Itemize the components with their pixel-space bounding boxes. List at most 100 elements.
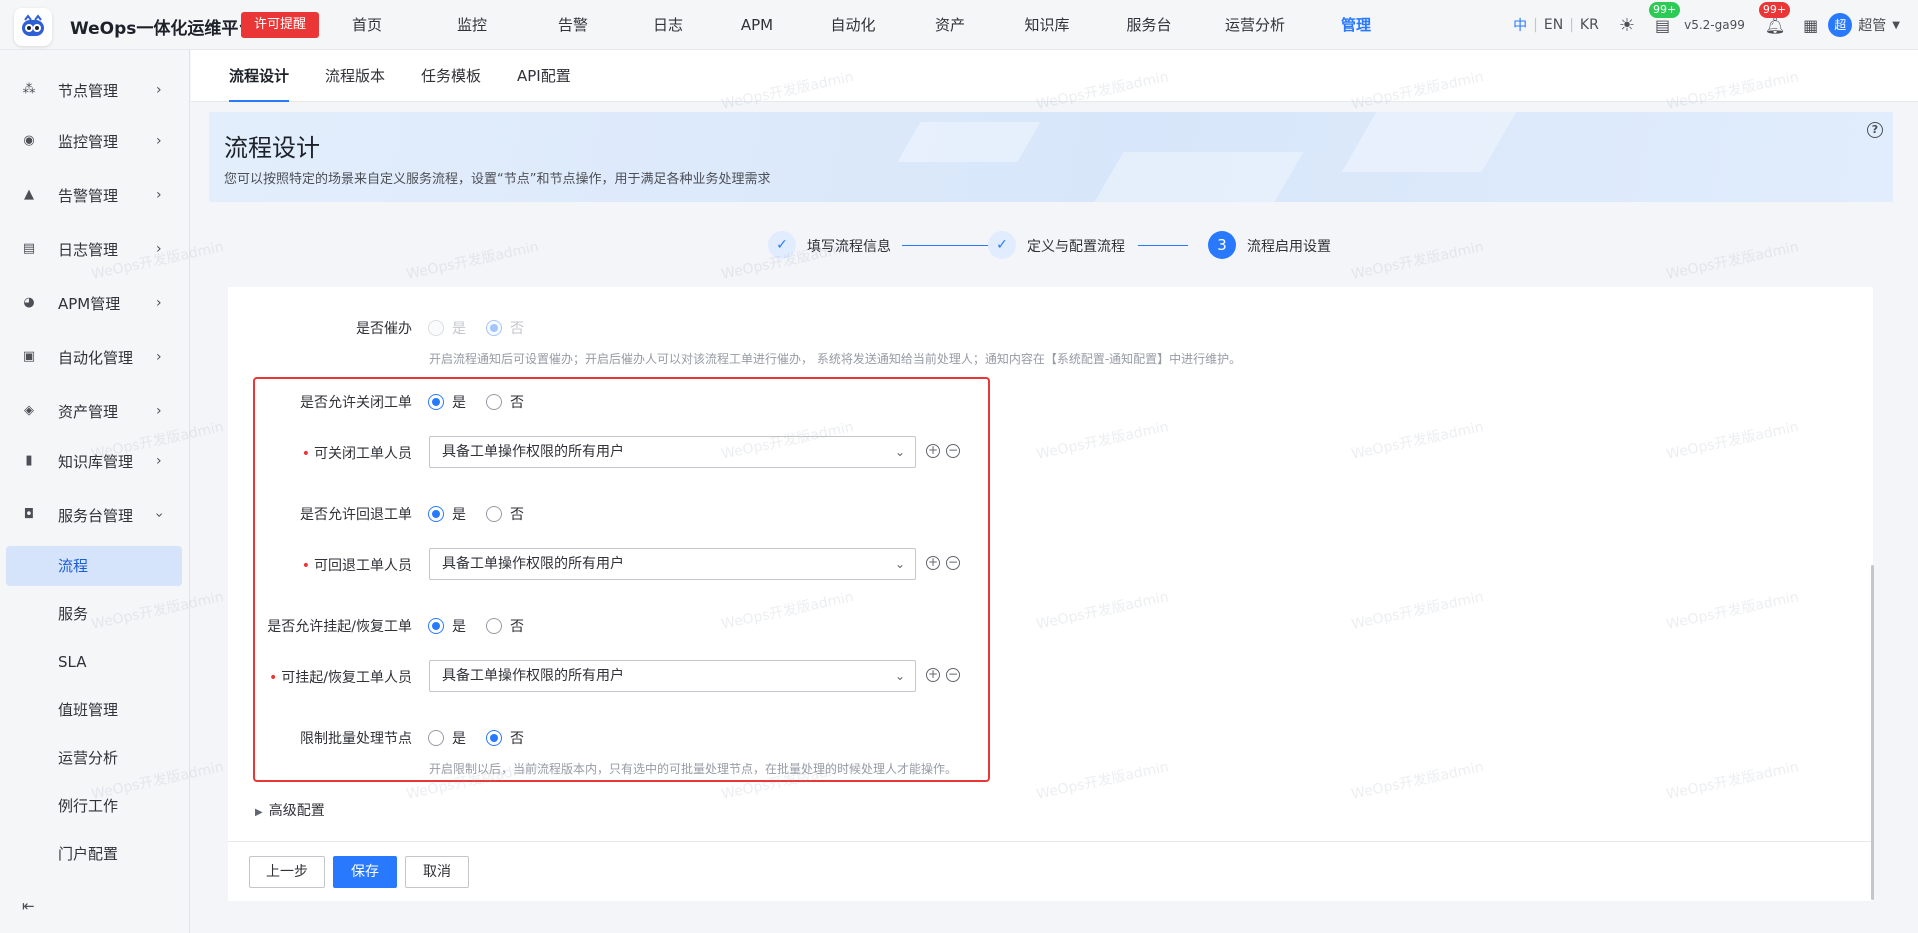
remove-condition-icon[interactable]: − [946, 444, 960, 458]
collapse-sidebar-icon[interactable]: ⇤ [22, 897, 35, 915]
allow-rollback-yes-radio[interactable]: 是 [428, 504, 466, 524]
sidebar-item-alert[interactable]: ▲ 告警管理 › [0, 173, 190, 217]
sidebar-item-automation[interactable]: ▣ 自动化管理 › [0, 335, 190, 379]
nav-monitor[interactable]: 监控 [414, 0, 530, 50]
app-title: WeOps一体化运维平台 [70, 19, 256, 39]
sidebar-sub-portal[interactable]: 门户配置 [6, 834, 182, 874]
sidebar-sub-routine[interactable]: 例行工作 [6, 786, 182, 826]
urge-hint: 开启流程通知后可设置催办；开启后催办人可以对该流程工单进行催办， 系统将发送通知… [429, 352, 1242, 366]
step-1-check-icon: ✓ [768, 231, 796, 259]
weops-logo[interactable] [14, 8, 52, 46]
task-list-icon[interactable]: ▦ [1803, 16, 1818, 35]
batch-limit-no-radio[interactable]: 否 [486, 728, 524, 748]
sidebar-sub-service[interactable]: 服务 [6, 594, 182, 634]
step-connector [902, 245, 1001, 246]
sidebar-item-asset[interactable]: ◈ 资产管理 › [0, 389, 190, 433]
remove-condition-icon[interactable]: − [946, 556, 960, 570]
nav-automation[interactable]: 自动化 [794, 0, 912, 50]
bell-badge: 99+ [1758, 1, 1791, 18]
node-icon: ⁂ [22, 82, 36, 97]
allow-suspend-no-radio[interactable]: 否 [486, 616, 524, 636]
tab-flow-design[interactable]: 流程设计 [229, 50, 290, 102]
sidebar-sub-duty[interactable]: 值班管理 [6, 690, 182, 730]
add-condition-icon[interactable]: + [926, 444, 940, 458]
chevron-right-icon: › [156, 295, 162, 311]
tab-api-config[interactable]: API配置 [517, 50, 571, 102]
alert-icon: ▲ [24, 187, 34, 202]
sidebar-item-label: 服务台管理 [58, 506, 134, 525]
chevron-right-icon: › [156, 349, 162, 365]
topbar-right: 中 | EN | KR ☀ ▤ 99+ v5.2-ga99 🔔︎ 99+ ▦ 超… [1513, 1, 1900, 37]
rollback-users-select[interactable]: 具备工单操作权限的所有用户 ⌄ [429, 548, 916, 580]
allow-close-label: 是否允许关闭工单 [300, 395, 412, 411]
close-users-select[interactable]: 具备工单操作权限的所有用户 ⌄ [429, 436, 916, 468]
sidebar-item-knowledge[interactable]: ▮ 知识库管理 › [0, 439, 190, 483]
nav-alert[interactable]: 告警 [530, 0, 616, 50]
add-condition-icon[interactable]: + [926, 668, 940, 682]
sidebar-item-node[interactable]: ⁂ 节点管理 › [0, 68, 190, 112]
lang-kr[interactable]: KR [1580, 17, 1599, 33]
chevron-right-icon: › [156, 453, 162, 469]
cancel-button[interactable]: 取消 [405, 856, 469, 888]
batch-limit-yes-radio[interactable]: 是 [428, 728, 466, 748]
sidebar-item-monitor[interactable]: ◉ 监控管理 › [0, 119, 190, 163]
sidebar-sub-sla[interactable]: SLA [6, 642, 182, 682]
step-1-label: 填写流程信息 [807, 239, 891, 255]
automation-icon: ▣ [22, 349, 36, 364]
suspend-users-select[interactable]: 具备工单操作权限的所有用户 ⌄ [429, 660, 916, 692]
chevron-right-icon: › [156, 187, 162, 203]
advanced-config-toggle[interactable]: ▶ 高级配置 [255, 800, 325, 820]
step-3-number: 3 [1208, 231, 1236, 259]
prev-step-button[interactable]: 上一步 [249, 856, 325, 888]
urge-no-radio[interactable]: 否 [486, 318, 524, 338]
version-label[interactable]: v5.2-ga99 [1684, 18, 1745, 32]
help-icon[interactable]: ? [1867, 122, 1883, 138]
footer-divider [228, 841, 1873, 842]
log-icon: ▤ [22, 241, 36, 256]
sidebar-sub-flow[interactable]: 流程 [6, 546, 182, 586]
scrollbar[interactable] [1871, 565, 1874, 900]
sidebar-item-label: 知识库管理 [58, 452, 134, 471]
step-2-label: 定义与配置流程 [1027, 239, 1125, 255]
avatar[interactable]: 超 [1828, 13, 1853, 37]
tab-flow-version[interactable]: 流程版本 [325, 50, 385, 102]
tab-task-template[interactable]: 任务模板 [421, 50, 481, 102]
urge-yes-radio[interactable]: 是 [428, 318, 466, 338]
sidebar-sub-ops-analysis[interactable]: 运营分析 [6, 738, 182, 778]
allow-rollback-no-radio[interactable]: 否 [486, 504, 524, 524]
chevron-down-icon: ⌄ [894, 557, 905, 571]
allow-close-no-radio[interactable]: 否 [486, 392, 524, 412]
nav-service-desk[interactable]: 服务台 [1106, 0, 1192, 50]
nav-apm[interactable]: APM [720, 0, 794, 50]
lang-en[interactable]: EN [1544, 17, 1563, 33]
nav-asset[interactable]: 资产 [912, 0, 988, 50]
document-icon[interactable]: ▤ 99+ [1648, 1, 1681, 35]
bell-icon[interactable]: 🔔︎ 99+ [1758, 1, 1791, 35]
allow-suspend-label: 是否允许挂起/恢复工单 [267, 619, 412, 635]
lang-zh[interactable]: 中 [1513, 15, 1527, 35]
user-name[interactable]: 超管 [1858, 15, 1886, 35]
monitor-icon: ◉ [23, 133, 35, 148]
nav-manage[interactable]: 管理 [1318, 0, 1394, 50]
batch-limit-label: 限制批量处理节点 [300, 731, 412, 747]
theme-sun-icon[interactable]: ☀ [1619, 15, 1635, 36]
user-menu-caret-icon[interactable]: ▼ [1892, 20, 1900, 31]
remove-condition-icon[interactable]: − [946, 668, 960, 682]
banner-decoration [897, 122, 1041, 162]
chevron-right-icon: › [156, 82, 162, 98]
nav-knowledge[interactable]: 知识库 [988, 0, 1106, 50]
nav-home[interactable]: 首页 [320, 0, 414, 50]
sidebar-item-apm[interactable]: ◕ APM管理 › [0, 281, 190, 325]
license-reminder-button[interactable]: 许可提醒 [241, 12, 320, 38]
page-banner: 流程设计 您可以按照特定的场景来自定义服务流程，设置“节点”和节点操作，用于满足… [209, 112, 1893, 202]
allow-close-yes-radio[interactable]: 是 [428, 392, 466, 412]
sidebar-item-service-desk[interactable]: ◘ 服务台管理 › [0, 493, 190, 537]
nav-log[interactable]: 日志 [616, 0, 720, 50]
sidebar-item-log[interactable]: ▤ 日志管理 › [0, 227, 190, 271]
nav-ops-analysis[interactable]: 运营分析 [1192, 0, 1318, 50]
add-condition-icon[interactable]: + [926, 556, 940, 570]
save-button[interactable]: 保存 [333, 856, 397, 888]
sidebar-item-label: 资产管理 [58, 402, 119, 421]
allow-suspend-yes-radio[interactable]: 是 [428, 616, 466, 636]
chevron-down-icon: › [150, 512, 167, 518]
